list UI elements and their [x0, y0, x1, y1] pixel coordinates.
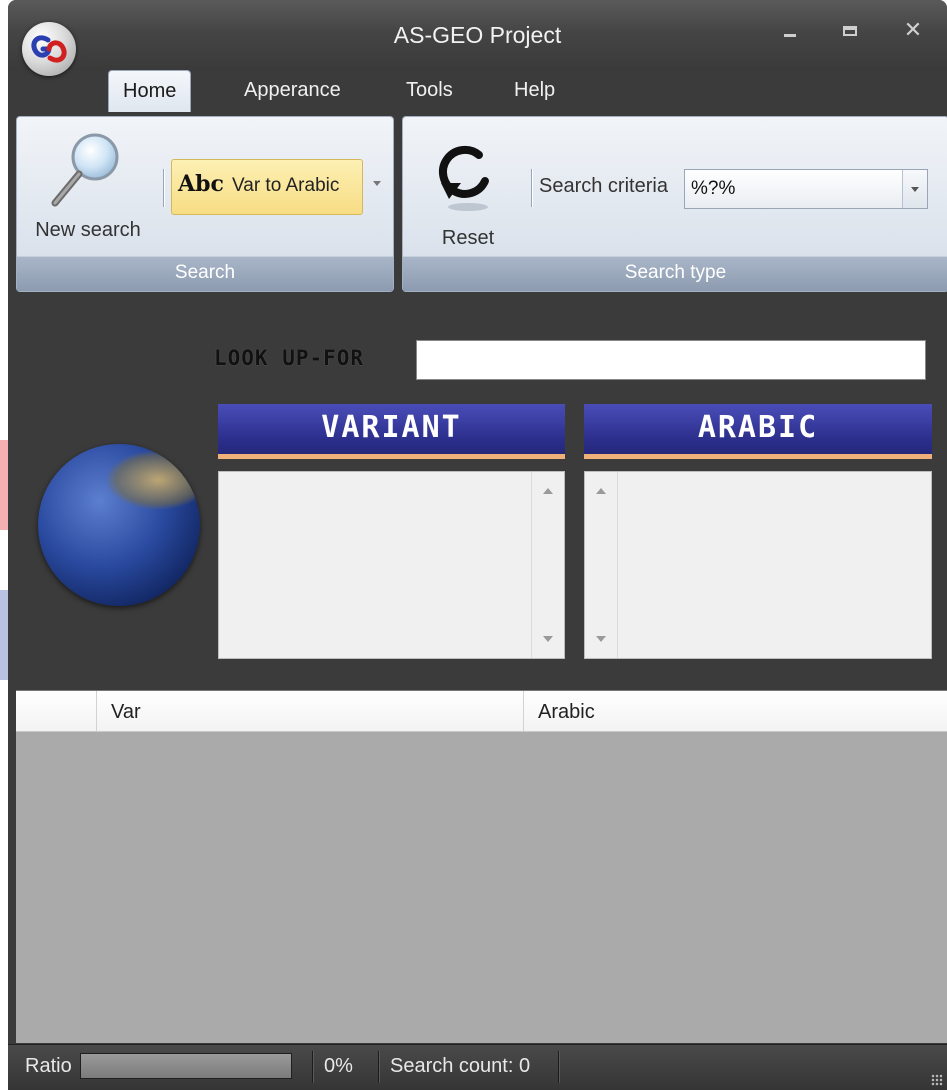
reset-label: Reset [441, 227, 495, 249]
arabic-listbox[interactable] [584, 471, 932, 659]
magnifier-icon [51, 133, 119, 207]
maximize-button[interactable] [830, 16, 870, 46]
ribbon-separator [163, 169, 164, 207]
variant-header: VARIANT [218, 404, 565, 459]
search-criteria-dropdown-button[interactable] [902, 170, 927, 208]
status-bar: Ratio 0% Search count: 0 [8, 1044, 947, 1090]
new-search-label: New search [35, 219, 141, 241]
close-button[interactable]: ✕ [893, 16, 933, 46]
direction-dropdown[interactable]: Abc Var to Arabic [171, 159, 363, 215]
status-divider [378, 1051, 379, 1083]
reset-button[interactable]: Reset [423, 135, 513, 253]
minimize-icon [784, 34, 796, 37]
search-group-caption: Search [17, 256, 393, 291]
chevron-down-icon [911, 187, 919, 192]
scroll-up-icon[interactable] [543, 488, 553, 494]
arabic-scrollbar[interactable] [585, 472, 618, 658]
grid-column-var[interactable]: Var [96, 691, 523, 731]
new-search-button[interactable]: New search [23, 131, 153, 249]
resize-grip-icon[interactable] [931, 1074, 943, 1086]
grid-column-arabic[interactable]: Arabic [523, 691, 947, 731]
ribbon: New search Abc Var to Arabic Search Rese… [14, 112, 947, 294]
variant-listbox[interactable] [218, 471, 565, 659]
status-divider [558, 1051, 559, 1083]
scroll-down-icon[interactable] [596, 636, 606, 642]
ratio-progress-bar [80, 1053, 292, 1079]
tab-home[interactable]: Home [108, 70, 192, 113]
status-divider [312, 1051, 313, 1083]
app-logo-glyph [31, 35, 67, 63]
lookup-input[interactable] [416, 340, 926, 380]
results-grid[interactable]: Var Arabic [16, 690, 947, 1043]
grid-row-indicator-header [16, 691, 96, 731]
ribbon-group-search: New search Abc Var to Arabic Search [16, 116, 394, 292]
tab-help[interactable]: Help [500, 70, 569, 112]
tab-apperance[interactable]: Apperance [230, 70, 355, 112]
ribbon-group-search-type: Reset Search criteria Search type [402, 116, 947, 292]
maximize-icon [843, 26, 857, 36]
search-criteria-combo[interactable] [684, 169, 928, 209]
scroll-up-icon[interactable] [596, 488, 606, 494]
abc-icon: Abc [178, 171, 224, 197]
grid-header: Var Arabic [16, 691, 947, 732]
search-count-text: Search count: 0 [390, 1055, 531, 1077]
search-criteria-input[interactable] [687, 173, 891, 205]
search-criteria-label: Search criteria [539, 175, 668, 197]
scroll-down-icon[interactable] [543, 636, 553, 642]
tab-tools[interactable]: Tools [392, 70, 467, 112]
app-logo-icon[interactable] [22, 22, 76, 76]
minimize-button[interactable] [770, 16, 810, 46]
chevron-down-icon[interactable] [373, 181, 381, 186]
percent-text: 0% [324, 1055, 353, 1077]
ribbon-tabs: Home Apperance Tools Help [8, 70, 947, 113]
arabic-header: ARABIC [584, 404, 932, 459]
variant-scrollbar[interactable] [531, 472, 564, 658]
close-icon: ✕ [903, 18, 923, 43]
direction-dropdown-label: Var to Arabic [232, 175, 340, 196]
ratio-label: Ratio [25, 1055, 72, 1077]
lookup-label: LOOK UP-FOR [214, 346, 365, 370]
refresh-icon [438, 145, 489, 211]
globe-icon [38, 444, 200, 606]
title-bar[interactable]: AS-GEO Project ✕ [8, 0, 947, 70]
ribbon-separator [531, 169, 532, 207]
search-type-group-caption: Search type [403, 256, 947, 291]
